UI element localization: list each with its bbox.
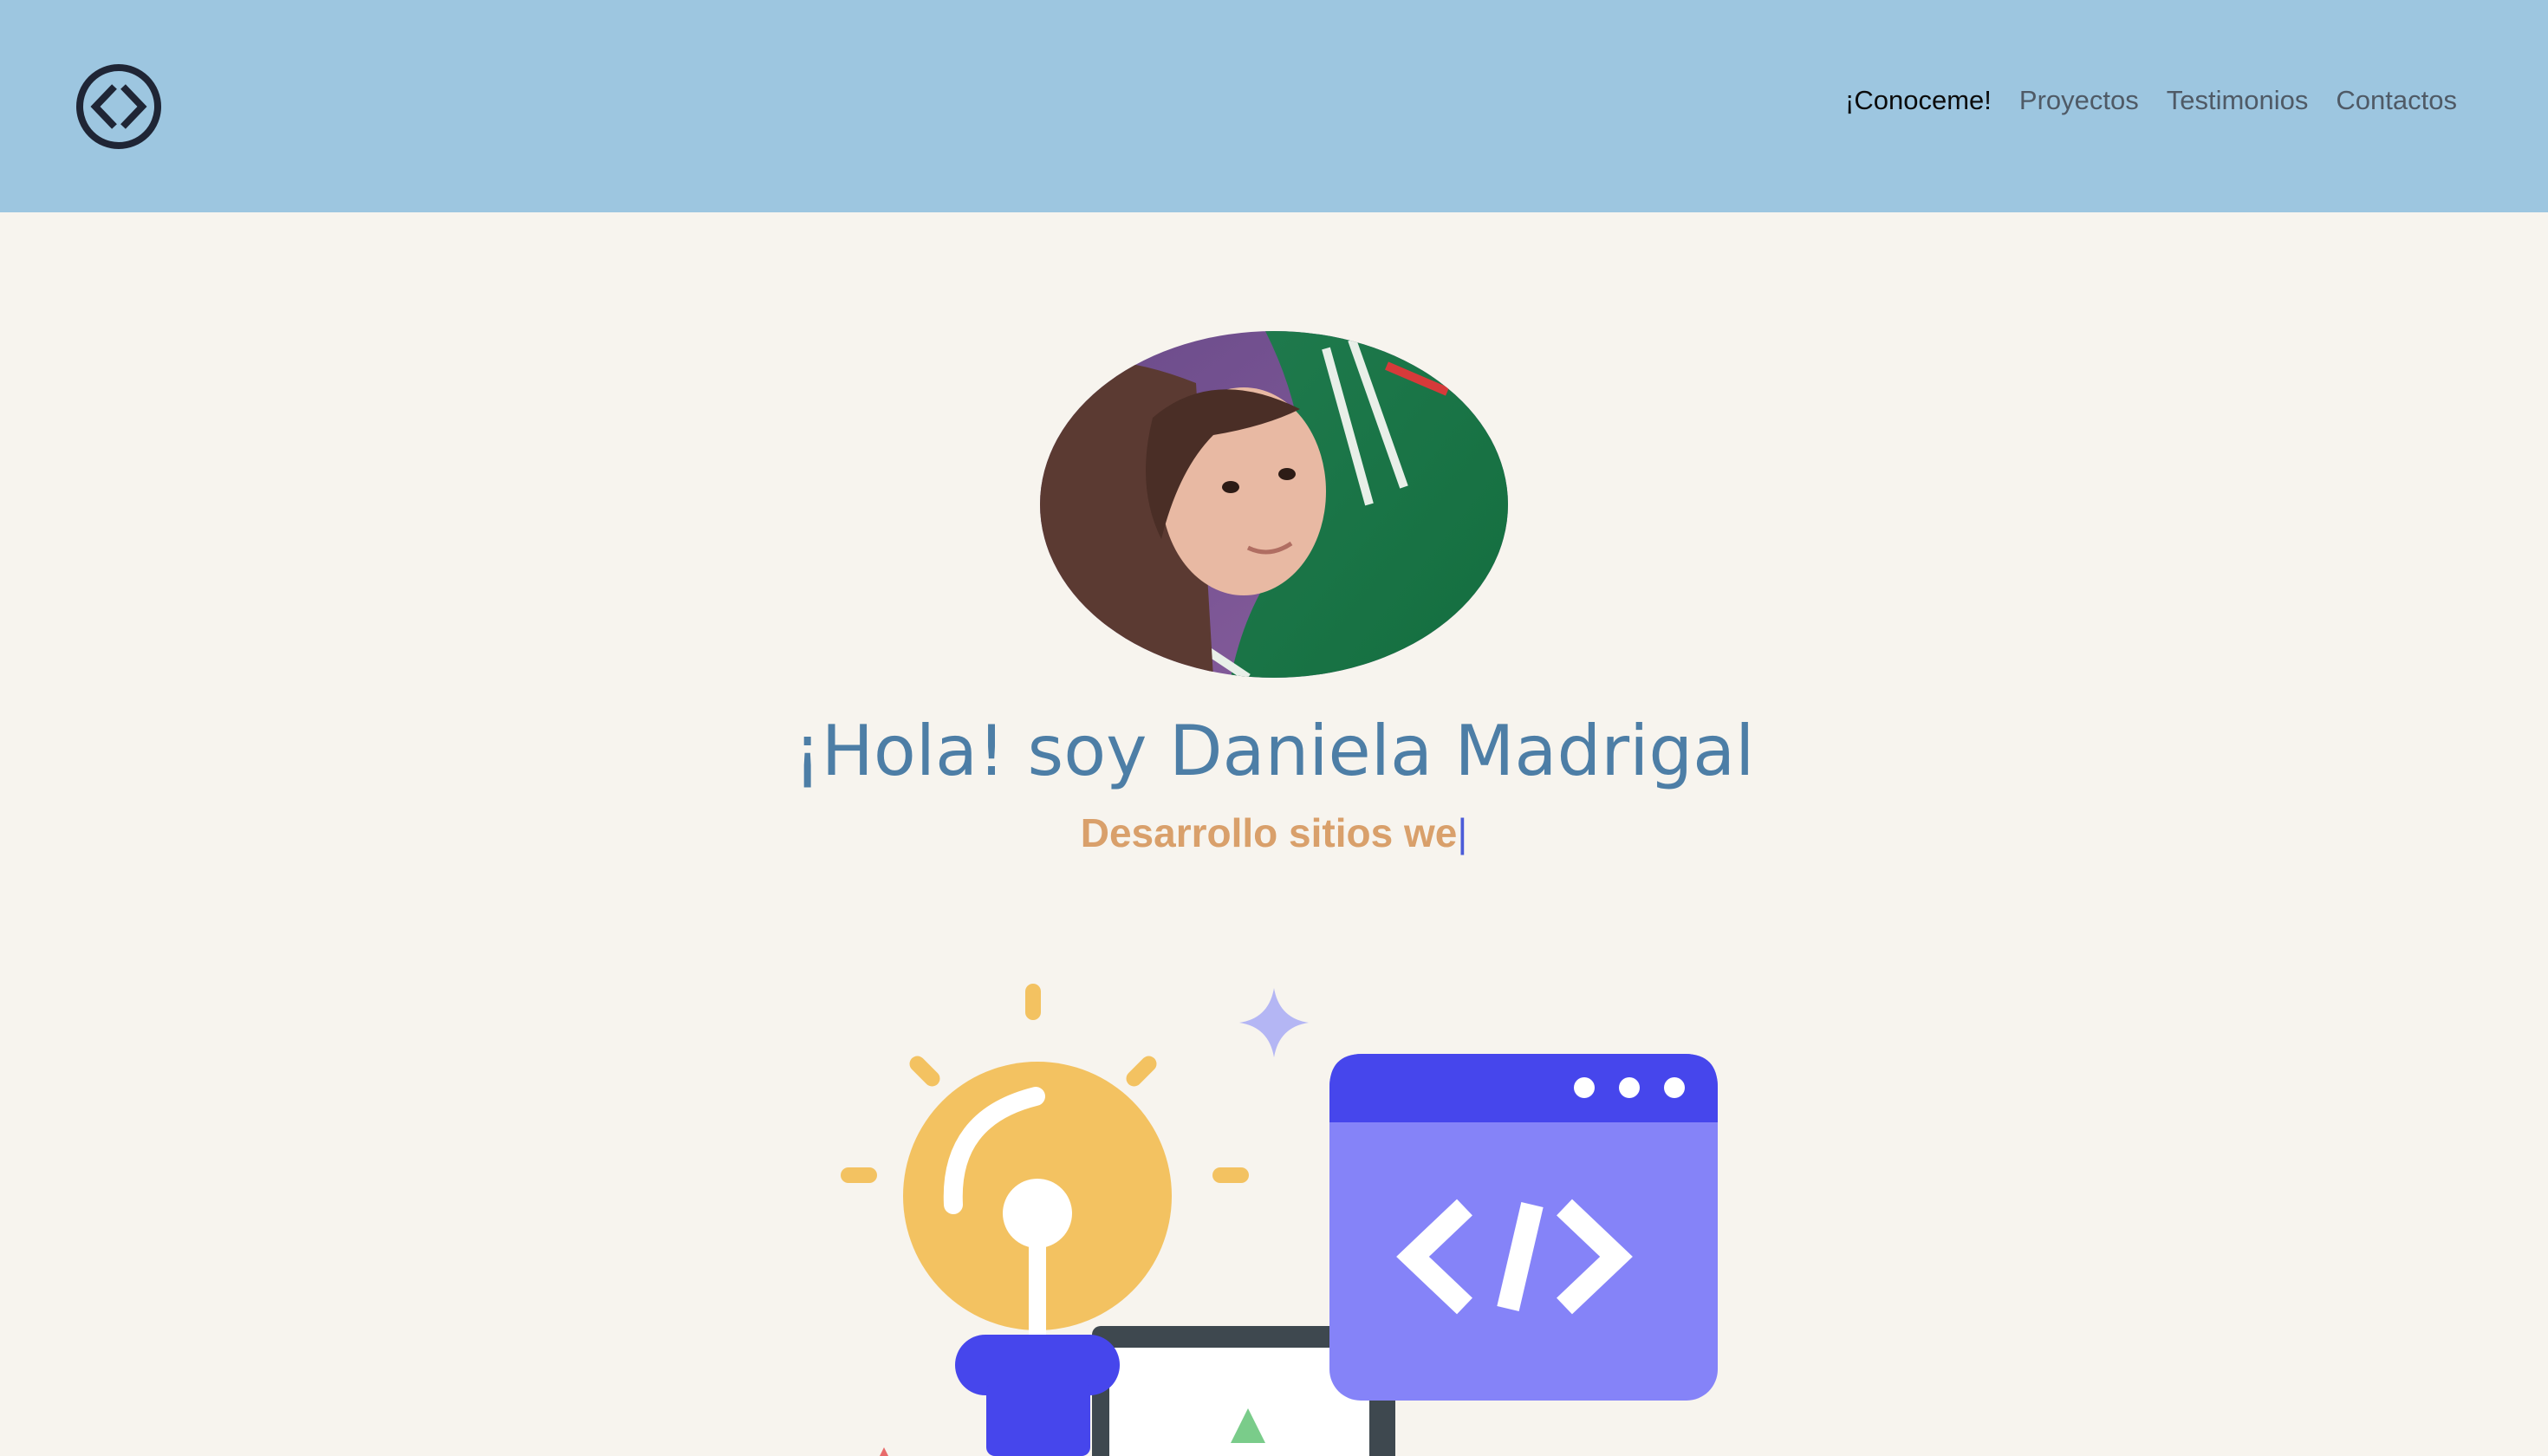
profile-photo: [1040, 331, 1508, 678]
hero-title: ¡Hola! soy Daniela Madrigal: [793, 711, 1755, 791]
code-logo-icon[interactable]: [75, 62, 163, 151]
nav-link-conoceme[interactable]: ¡Conoceme!: [1845, 85, 1992, 116]
typed-text: Desarrollo sitios we: [1080, 810, 1458, 855]
sparkle-icon: [1239, 988, 1309, 1057]
nav-link-contactos[interactable]: Contactos: [2336, 85, 2457, 116]
main-nav: ¡Conoceme! Proyectos Testimonios Contact…: [1845, 85, 2457, 116]
hero-subtitle: Desarrollo sitios we|: [0, 809, 2548, 856]
navbar: ¡Conoceme! Proyectos Testimonios Contact…: [0, 0, 2548, 212]
typing-cursor: |: [1457, 810, 1468, 855]
lightbulb-code-window-illustration: [841, 984, 1718, 1456]
nav-link-proyectos[interactable]: Proyectos: [2019, 85, 2139, 116]
nav-link-testimonios[interactable]: Testimonios: [2167, 85, 2309, 116]
